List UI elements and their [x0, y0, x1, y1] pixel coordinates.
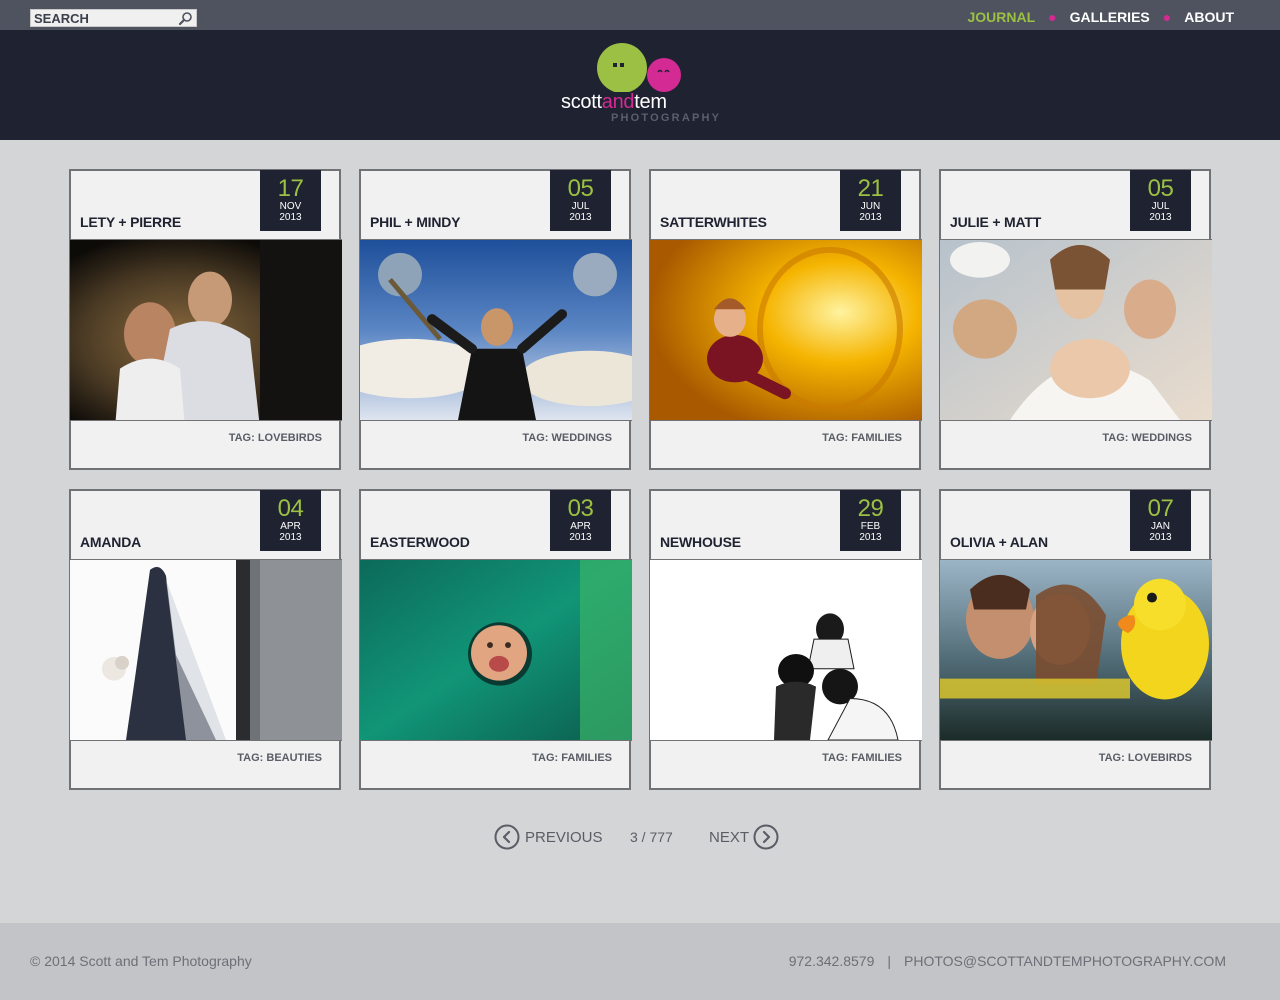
date-month: JUN [860, 201, 881, 212]
date-year: 2013 [859, 212, 882, 223]
post-card[interactable]: 03 APR 2013 EASTERWOOD TAG: FAMILIES [359, 489, 632, 790]
date-badge: 07 JAN 2013 [1130, 490, 1191, 551]
date-badge: 05 JUL 2013 [550, 170, 611, 231]
post-card[interactable]: 05 JUL 2013 JULIE + MATT TAG: WEDDINGS [939, 169, 1212, 470]
date-month: NOV [279, 201, 302, 212]
post-tag[interactable]: TAG: LOVEBIRDS [1099, 752, 1192, 764]
post-tag[interactable]: TAG: BEAUTIES [237, 752, 322, 764]
post-photo[interactable] [360, 559, 632, 741]
post-title[interactable]: EASTERWOOD [370, 534, 470, 550]
date-day: 07 [1147, 495, 1174, 522]
post-photo[interactable] [360, 239, 632, 421]
post-title[interactable]: OLIVIA + ALAN [950, 534, 1048, 550]
previous-button[interactable]: PREVIOUS [494, 824, 603, 850]
date-year: 2013 [279, 532, 302, 543]
date-year: 2013 [569, 212, 592, 223]
site-footer: © 2014 Scott and Tem Photography 972.342… [0, 923, 1280, 1000]
chevron-left-icon [494, 824, 520, 850]
post-tag[interactable]: TAG: WEDDINGS [522, 432, 612, 444]
contact-info: 972.342.8579 | PHOTOS@SCOTTANDTEMPHOTOGRAP… [789, 953, 1226, 969]
date-day: 03 [567, 495, 594, 522]
post-card[interactable]: 07 JAN 2013 OLIVIA + ALAN TAG: LOVEBIRDS [939, 489, 1212, 790]
date-year: 2013 [569, 532, 592, 543]
post-card[interactable]: 04 APR 2013 AMANDA TAG: BEAUTIES [69, 489, 342, 790]
post-card[interactable]: 05 JUL 2013 PHIL + MINDY TAG: WEDDINGS [359, 169, 632, 470]
date-badge: 17 NOV 2013 [260, 170, 321, 231]
search-input[interactable] [33, 10, 173, 26]
nav-galleries[interactable]: GALLERIES [1070, 9, 1150, 25]
post-tag[interactable]: TAG: FAMILIES [822, 432, 902, 444]
post-tag[interactable]: TAG: FAMILIES [532, 752, 612, 764]
copyright-text: © 2014 Scott and Tem Photography [30, 953, 252, 969]
post-card[interactable]: 17 NOV 2013 LETY + PIERRE TAG: LOVEBIRDS [69, 169, 342, 470]
post-photo[interactable] [70, 239, 342, 421]
post-photo[interactable] [650, 559, 922, 741]
nav-about[interactable]: ABOUT [1184, 9, 1234, 25]
date-day: 29 [857, 495, 884, 522]
date-badge: 05 JUL 2013 [1130, 170, 1191, 231]
nav-journal[interactable]: JOURNAL [967, 9, 1035, 25]
date-badge: 21 JUN 2013 [840, 170, 901, 231]
post-tag[interactable]: TAG: LOVEBIRDS [229, 432, 322, 444]
logo-wordmark: scottandtem [561, 91, 667, 113]
date-badge: 03 APR 2013 [550, 490, 611, 551]
post-title[interactable]: NEWHOUSE [660, 534, 741, 550]
search-icon[interactable] [178, 11, 193, 26]
date-month: JAN [1151, 521, 1170, 532]
logo-subtitle: PHOTOGRAPHY [611, 112, 722, 124]
date-day: 05 [567, 175, 594, 202]
main-nav: JOURNAL ● GALLERIES ● ABOUT [967, 8, 1234, 26]
post-photo[interactable] [940, 559, 1212, 741]
date-day: 21 [857, 175, 884, 202]
previous-label: PREVIOUS [525, 828, 603, 846]
post-title[interactable]: SATTERWHITES [660, 214, 767, 230]
search-box[interactable] [30, 9, 197, 27]
post-title[interactable]: PHIL + MINDY [370, 214, 461, 230]
date-year: 2013 [859, 532, 882, 543]
nav-separator: ● [1048, 9, 1057, 25]
post-tag[interactable]: TAG: WEDDINGS [1102, 432, 1192, 444]
date-month: APR [570, 521, 591, 532]
logo-mark-icon [597, 43, 681, 92]
date-month: APR [280, 521, 301, 532]
date-day: 05 [1147, 175, 1174, 202]
date-month: FEB [860, 521, 881, 532]
date-badge: 29 FEB 2013 [840, 490, 901, 551]
date-month: JUL [1151, 201, 1170, 212]
contact-separator: | [887, 953, 891, 969]
post-photo[interactable] [940, 239, 1212, 421]
post-title[interactable]: AMANDA [80, 534, 141, 550]
nav-separator: ● [1162, 9, 1172, 25]
date-year: 2013 [1149, 212, 1172, 223]
top-bar: JOURNAL ● GALLERIES ● ABOUT [0, 0, 1280, 30]
post-card[interactable]: 21 JUN 2013 SATTERWHITES TAG: FAMILIES [649, 169, 922, 470]
post-title[interactable]: LETY + PIERRE [80, 214, 181, 230]
phone-number: 972.342.8579 [788, 953, 875, 969]
post-photo[interactable] [650, 239, 922, 421]
post-photo[interactable] [70, 559, 342, 741]
pagination: PREVIOUS 3 / 777 NEXT [0, 823, 1280, 853]
date-year: 2013 [1149, 532, 1172, 543]
next-label: NEXT [709, 828, 750, 846]
chevron-right-icon [753, 824, 779, 850]
post-card[interactable]: 29 FEB 2013 NEWHOUSE TAG: FAMILIES [649, 489, 922, 790]
site-logo[interactable]: scottandtem PHOTOGRAPHY [558, 42, 722, 127]
next-button[interactable]: NEXT [709, 824, 779, 850]
date-day: 04 [277, 495, 304, 522]
date-month: JUL [571, 201, 590, 212]
post-title[interactable]: JULIE + MATT [950, 214, 1041, 230]
date-badge: 04 APR 2013 [260, 490, 321, 551]
site-header: scottandtem PHOTOGRAPHY [0, 30, 1280, 140]
post-tag[interactable]: TAG: FAMILIES [822, 752, 902, 764]
email-link[interactable]: PHOTOS@SCOTTANDTEMPHOTOGRAPHY.COM [904, 953, 1226, 969]
date-year: 2013 [279, 212, 302, 223]
page-count: 3 / 777 [630, 829, 673, 845]
date-day: 17 [277, 175, 304, 202]
